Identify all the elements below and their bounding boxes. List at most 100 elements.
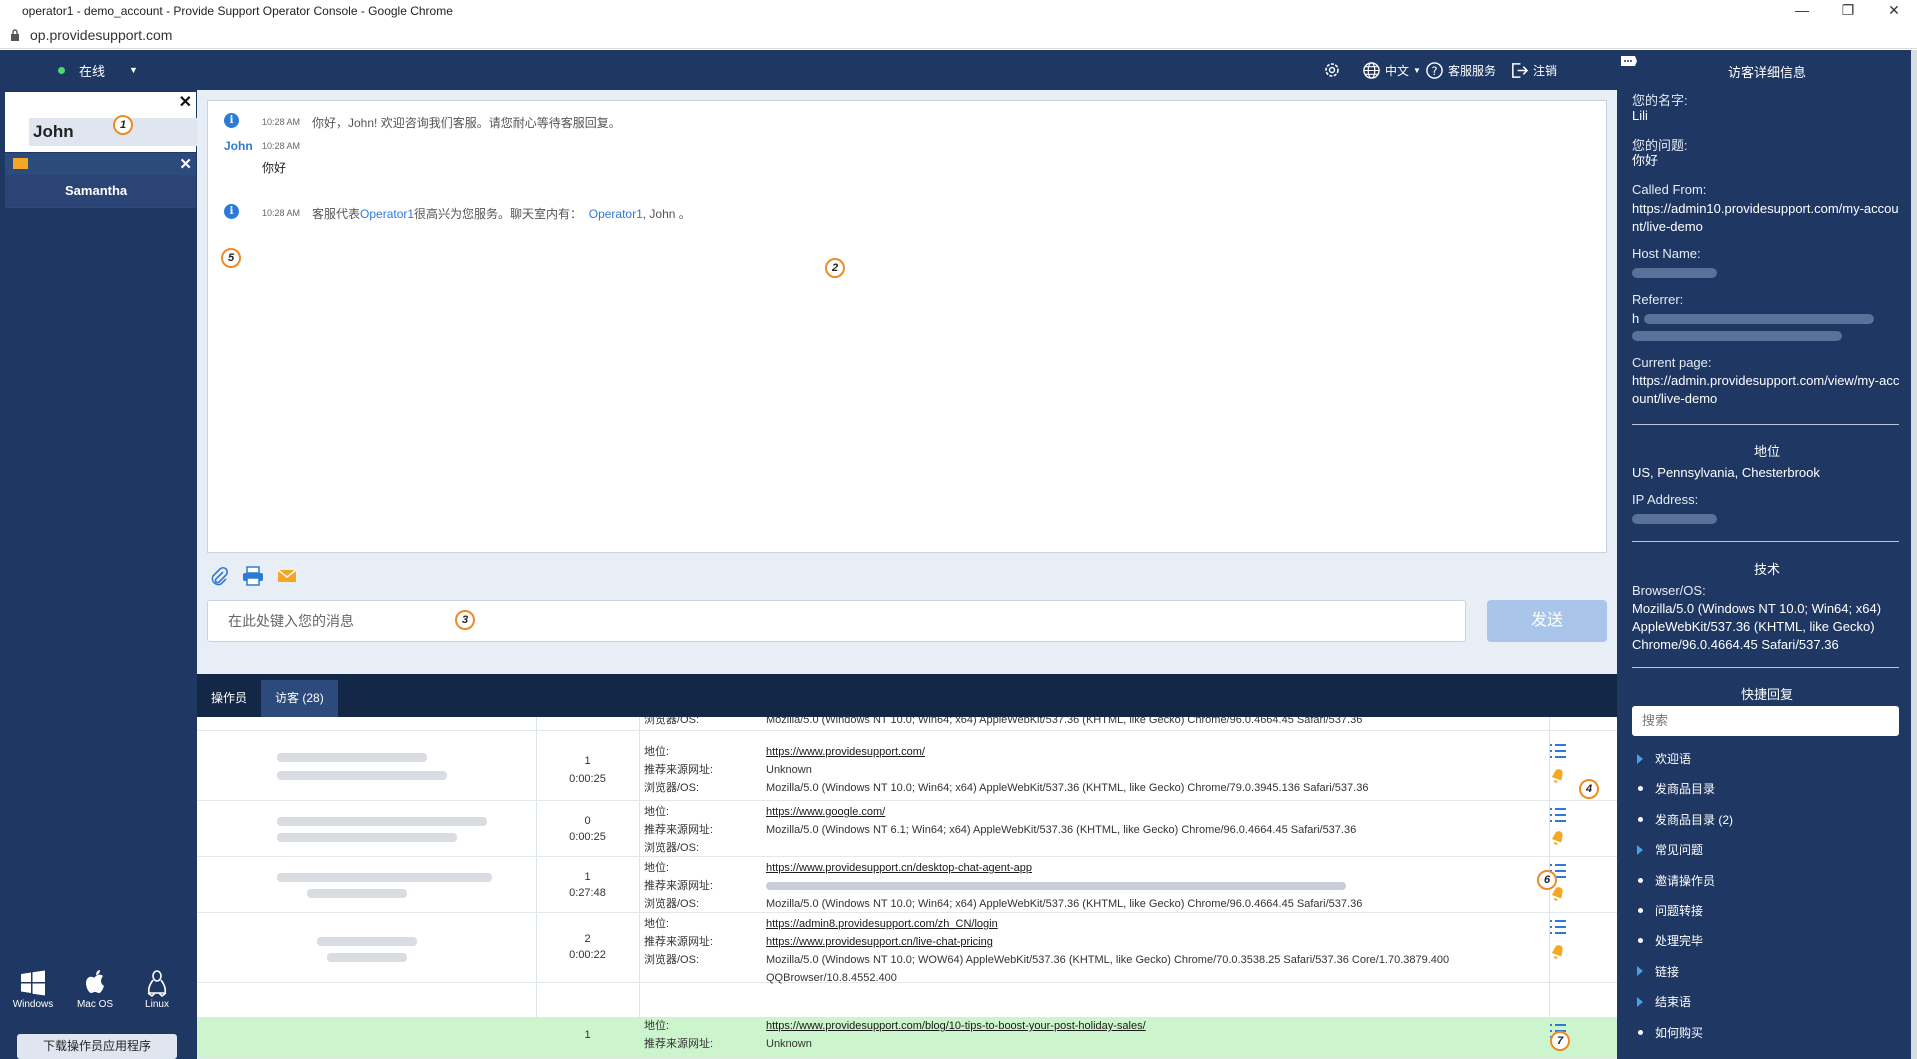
close-window-icon[interactable]: ✕ bbox=[1871, 0, 1917, 21]
mac-link[interactable]: Mac OS bbox=[72, 967, 118, 1010]
message-text-part: 客服代表 bbox=[312, 207, 361, 221]
location-label: 地位: bbox=[644, 918, 670, 930]
attach-icon[interactable] bbox=[209, 566, 229, 586]
expand-arrow-icon bbox=[1637, 996, 1643, 1007]
ip-label: IP Address: bbox=[1632, 492, 1699, 507]
visitor-location-blurred bbox=[197, 731, 536, 800]
referrer-label: 推荐来源网址: bbox=[644, 764, 714, 776]
browser-label: Browser/OS: bbox=[1632, 583, 1706, 598]
location-label: 地位: bbox=[644, 862, 670, 874]
quick-reply-item[interactable]: 结束语 bbox=[1637, 993, 1691, 1010]
bullet-icon bbox=[1638, 786, 1643, 792]
apple-icon bbox=[72, 967, 118, 999]
divider bbox=[1632, 667, 1899, 668]
visit-duration: 0:00:22 bbox=[569, 949, 606, 961]
bottom-tabs: 操作员 访客 (28) bbox=[197, 680, 1617, 717]
download-app-button[interactable]: 下载操作员应用程序 bbox=[17, 1034, 177, 1059]
location-label: 地位: bbox=[644, 806, 670, 818]
status-selector[interactable]: 在线 ▼ bbox=[0, 50, 197, 90]
location-section-title: 地位 bbox=[1753, 444, 1780, 459]
address-bar[interactable]: op.providesupport.com bbox=[0, 21, 1917, 49]
list-icon[interactable] bbox=[1549, 919, 1567, 935]
location-url[interactable]: https://www.providesupport.com/blog/10-t… bbox=[766, 1017, 1146, 1035]
question-value: 你好 bbox=[1632, 153, 1659, 168]
message-time: 10:28 AM bbox=[262, 208, 301, 218]
url-text: op.providesupport.com bbox=[30, 26, 173, 43]
tab-operators[interactable]: 操作员 bbox=[197, 680, 261, 717]
browser-label: 浏览器/OS: bbox=[644, 842, 700, 854]
visitor-field-values: https://www.providesupport.cn/desktop-ch… bbox=[766, 859, 1362, 913]
table-row[interactable]: 0 0:00:25 地位: 推荐来源网址: 浏览器/OS: https://ww… bbox=[197, 801, 1617, 857]
quick-reply-item[interactable]: 邀请操作员 bbox=[1637, 872, 1715, 889]
restore-icon[interactable]: ❐ bbox=[1825, 0, 1871, 21]
blurred-city bbox=[277, 771, 447, 780]
quick-reply-item[interactable]: 发商品目录 bbox=[1637, 780, 1715, 797]
bell-icon[interactable] bbox=[1549, 766, 1567, 784]
close-chat-icon[interactable]: ✕ bbox=[179, 155, 192, 173]
chat-tab-samantha[interactable]: ✕ Samantha bbox=[5, 153, 196, 208]
quick-reply-label: 发商品目录 bbox=[1655, 782, 1716, 797]
location-url[interactable]: https://www.providesupport.com/ bbox=[766, 743, 1368, 761]
quick-reply-label: 链接 bbox=[1655, 964, 1680, 979]
browser-label: 浏览器/OS: bbox=[644, 898, 700, 910]
globe-icon bbox=[1363, 61, 1380, 79]
blurred-ip bbox=[1632, 514, 1717, 524]
os-download-links: Windows Mac OS Linux bbox=[10, 967, 180, 1010]
message-text: 你好，John! 欢迎咨询我们客服。请您耐心等待客服回复。 bbox=[312, 116, 621, 130]
bell-icon[interactable] bbox=[1549, 942, 1567, 960]
chat-tab-john[interactable]: ✕ John bbox=[5, 92, 197, 152]
tab-visitors[interactable]: 访客 (28) bbox=[261, 680, 338, 717]
minimize-icon[interactable]: — bbox=[1779, 0, 1825, 21]
bullet-icon bbox=[1638, 908, 1643, 913]
support-link[interactable]: ? 客服服务 bbox=[1425, 61, 1496, 80]
email-icon[interactable] bbox=[277, 568, 297, 584]
blurred-address bbox=[277, 873, 492, 882]
table-row[interactable]: 1 0:00:25 地位: 推荐来源网址: 浏览器/OS: https://ww… bbox=[197, 731, 1617, 801]
gear-icon bbox=[1325, 63, 1339, 77]
print-icon[interactable] bbox=[242, 566, 264, 586]
quick-reply-item[interactable]: 处理完毕 bbox=[1637, 932, 1703, 949]
windows-link[interactable]: Windows bbox=[10, 967, 56, 1010]
list-icon[interactable] bbox=[1549, 743, 1567, 759]
message-input[interactable]: 在此处键入您的消息 bbox=[207, 600, 1466, 642]
location-url[interactable]: https://www.providesupport.cn/desktop-ch… bbox=[766, 859, 1362, 877]
annotation-badge-3: 3 bbox=[455, 610, 475, 630]
location-label: 地位: bbox=[644, 746, 670, 758]
location-url[interactable]: https://admin8.providesupport.com/zh_CN/… bbox=[766, 915, 1449, 933]
quick-reply-label: 如何购买 bbox=[1655, 1025, 1704, 1040]
participant-link[interactable]: Operator1 bbox=[589, 207, 643, 221]
quick-reply-item[interactable]: 常见问题 bbox=[1637, 841, 1703, 858]
mail-icon bbox=[13, 158, 28, 169]
table-row[interactable]: 1 0:27:48 地位: 推荐来源网址: 浏览器/OS: https://ww… bbox=[197, 857, 1617, 913]
linux-link[interactable]: Linux bbox=[134, 967, 180, 1010]
panel-title: 访客详细信息 bbox=[1727, 65, 1806, 80]
settings-button[interactable] bbox=[1322, 60, 1342, 80]
referrer-value: Unknown bbox=[766, 764, 812, 776]
quick-reply-item[interactable]: 如何购买 bbox=[1637, 1024, 1703, 1041]
bell-icon[interactable] bbox=[1549, 828, 1567, 846]
visitor-details-panel: 访客详细信息 您的名字: Lili 您的问题: 你好 Called From: … bbox=[1617, 50, 1917, 1059]
operator-link[interactable]: Operator1 bbox=[360, 207, 414, 221]
windows-label: Windows bbox=[12, 999, 54, 1010]
list-icon[interactable] bbox=[1549, 807, 1567, 823]
close-chat-icon[interactable]: ✕ bbox=[179, 92, 192, 112]
logout-link[interactable]: 注销 bbox=[1510, 61, 1557, 80]
location-url[interactable]: https://www.google.com/ bbox=[766, 803, 1356, 821]
referrer-label: 推荐来源网址: bbox=[644, 936, 714, 948]
info-icon: i bbox=[224, 204, 239, 219]
referrer-label: 推荐来源网址: bbox=[644, 1038, 714, 1050]
table-row[interactable]: 浏览器/OS: Mozilla/5.0 (Windows NT 10.0; Wi… bbox=[197, 717, 1617, 731]
quick-reply-search[interactable]: 搜索 bbox=[1632, 706, 1899, 736]
quick-reply-item[interactable]: 发商品目录 (2) bbox=[1637, 811, 1733, 828]
send-button[interactable]: 发送 bbox=[1487, 600, 1607, 642]
page-scrollbar[interactable] bbox=[1911, 50, 1917, 1059]
language-selector[interactable]: 中文 ▼ bbox=[1362, 61, 1421, 80]
chat-tab-label: John bbox=[33, 122, 74, 141]
blurred-address bbox=[277, 753, 427, 762]
table-row[interactable]: 2 0:00:22 地位: 推荐来源网址: 浏览器/OS: https://ad… bbox=[197, 913, 1617, 984]
table-row-highlighted[interactable]: 1 地位: 推荐来源网址: https://www.providesupport… bbox=[197, 1017, 1617, 1059]
referrer-url[interactable]: https://www.providesupport.cn/live-chat-… bbox=[766, 933, 1449, 951]
quick-reply-item[interactable]: 问题转接 bbox=[1637, 902, 1703, 919]
quick-reply-item[interactable]: 欢迎语 bbox=[1637, 750, 1691, 767]
quick-reply-item[interactable]: 链接 bbox=[1637, 963, 1679, 980]
